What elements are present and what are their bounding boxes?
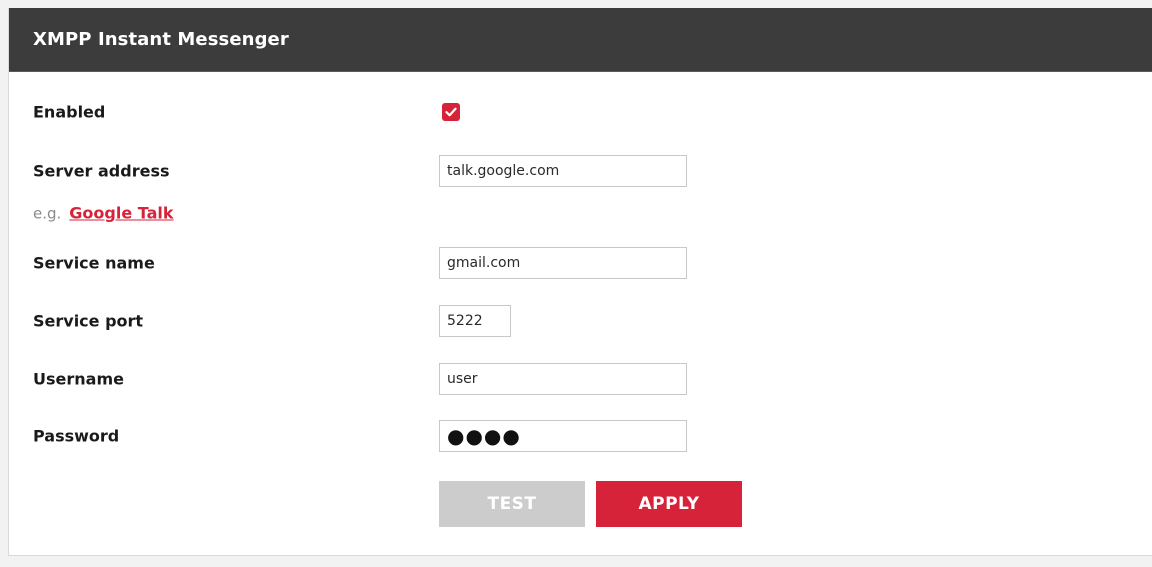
password-row: Password	[9, 418, 1152, 454]
service-name-label: Service name	[33, 253, 155, 273]
panel-header: XMPP Instant Messenger	[9, 8, 1152, 72]
test-button[interactable]: TEST	[439, 481, 585, 527]
panel-title: XMPP Instant Messenger	[33, 29, 289, 50]
service-name-row: Service name	[9, 245, 1152, 281]
service-port-input[interactable]	[439, 305, 511, 337]
enabled-row: Enabled	[9, 94, 1152, 130]
enabled-label: Enabled	[33, 102, 106, 122]
example-prefix: e.g.	[33, 204, 62, 223]
password-input[interactable]	[439, 420, 687, 452]
google-talk-link[interactable]: Google Talk	[69, 204, 173, 223]
password-label: Password	[33, 426, 120, 446]
checkmark-icon	[445, 107, 457, 117]
username-input[interactable]	[439, 363, 687, 395]
enabled-checkbox[interactable]	[442, 103, 460, 121]
xmpp-settings-panel: XMPP Instant Messenger Enabled Server ad…	[8, 8, 1152, 556]
server-address-input[interactable]	[439, 155, 687, 187]
server-address-label: Server address	[33, 161, 170, 181]
service-port-row: Service port	[9, 303, 1152, 339]
server-address-row: Server address	[9, 153, 1152, 189]
apply-button[interactable]: APPLY	[596, 481, 742, 527]
server-example-hint: e.g. Google Talk	[33, 204, 174, 223]
service-port-label: Service port	[33, 311, 144, 331]
username-row: Username	[9, 361, 1152, 397]
service-name-input[interactable]	[439, 247, 687, 279]
server-example-row: e.g. Google Talk	[9, 198, 1152, 228]
username-label: Username	[33, 369, 124, 389]
